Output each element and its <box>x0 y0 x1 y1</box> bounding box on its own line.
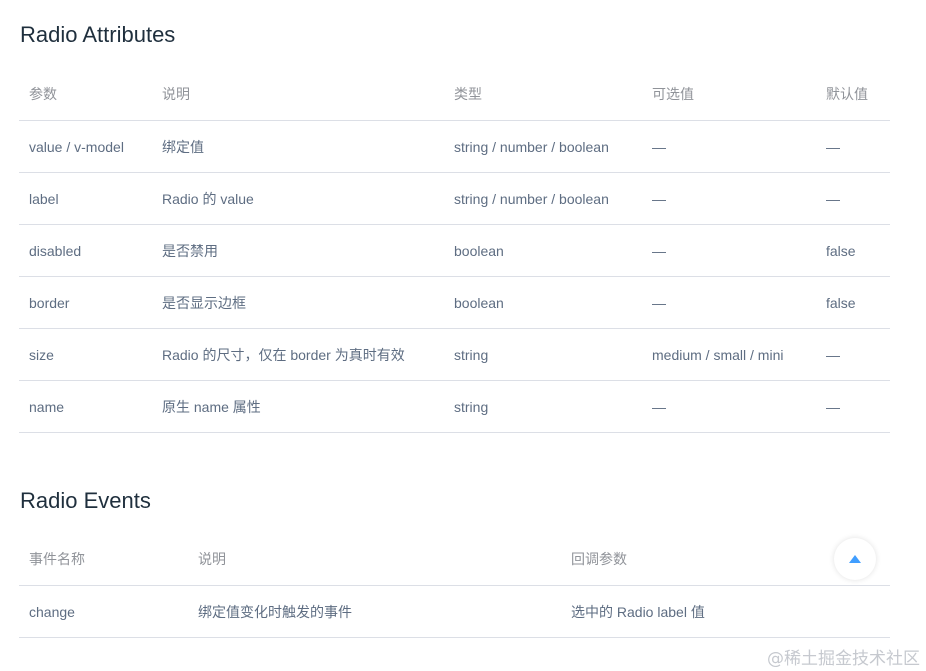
cell-type: string <box>444 380 642 433</box>
cell-description: Radio 的 value <box>152 172 444 225</box>
cell-options: — <box>642 172 816 225</box>
cell-options: — <box>642 380 816 433</box>
watermark: @稀土掘金技术社区 <box>767 649 920 669</box>
cell-default: false <box>816 276 890 329</box>
cell-event-name: change <box>19 585 188 638</box>
cell-options: — <box>642 224 816 277</box>
header-type: 类型 <box>444 68 642 121</box>
table-row: change 绑定值变化时触发的事件 选中的 Radio label 值 <box>19 585 890 638</box>
header-event-name: 事件名称 <box>19 533 188 586</box>
table-row: size Radio 的尺寸，仅在 border 为真时有效 string me… <box>19 328 890 381</box>
attributes-header-row: 参数 说明 类型 可选值 默认值 <box>19 68 890 121</box>
header-default: 默认值 <box>816 68 890 121</box>
table-row: label Radio 的 value string / number / bo… <box>19 172 890 225</box>
cell-description: 是否显示边框 <box>152 276 444 329</box>
cell-callback-params: 选中的 Radio label 值 <box>561 585 890 638</box>
cell-type: boolean <box>444 224 642 277</box>
cell-type: string / number / boolean <box>444 120 642 173</box>
events-title: Radio Events <box>20 488 151 513</box>
cell-param: border <box>19 276 152 329</box>
cell-param: value / v-model <box>19 120 152 173</box>
attributes-title: Radio Attributes <box>20 22 176 47</box>
events-table: 事件名称 说明 回调参数 change 绑定值变化时触发的事件 选中的 Radi… <box>19 533 890 638</box>
cell-default: — <box>816 328 890 381</box>
cell-description: 绑定值 <box>152 120 444 173</box>
table-row: name 原生 name 属性 string — — <box>19 380 890 433</box>
back-to-top-button[interactable] <box>834 538 876 580</box>
table-row: value / v-model 绑定值 string / number / bo… <box>19 120 890 173</box>
cell-options: — <box>642 276 816 329</box>
cell-description: 原生 name 属性 <box>152 380 444 433</box>
cell-param: label <box>19 172 152 225</box>
cell-description: 是否禁用 <box>152 224 444 277</box>
header-param: 参数 <box>19 68 152 121</box>
header-description: 说明 <box>188 533 561 586</box>
cell-options: — <box>642 120 816 173</box>
caret-up-icon <box>849 555 861 563</box>
cell-default: false <box>816 224 890 277</box>
cell-type: string <box>444 328 642 381</box>
cell-type: boolean <box>444 276 642 329</box>
table-row: disabled 是否禁用 boolean — false <box>19 224 890 277</box>
cell-description: 绑定值变化时触发的事件 <box>188 585 561 638</box>
table-row: border 是否显示边框 boolean — false <box>19 276 890 329</box>
cell-default: — <box>816 380 890 433</box>
header-options: 可选值 <box>642 68 816 121</box>
cell-options: medium / small / mini <box>642 328 816 381</box>
cell-param: disabled <box>19 224 152 277</box>
cell-default: — <box>816 172 890 225</box>
attributes-table: 参数 说明 类型 可选值 默认值 value / v-model 绑定值 str… <box>19 68 890 433</box>
events-header-row: 事件名称 说明 回调参数 <box>19 533 890 586</box>
header-description: 说明 <box>152 68 444 121</box>
cell-param: size <box>19 328 152 381</box>
cell-default: — <box>816 120 890 173</box>
cell-param: name <box>19 380 152 433</box>
cell-description: Radio 的尺寸，仅在 border 为真时有效 <box>152 328 444 381</box>
cell-type: string / number / boolean <box>444 172 642 225</box>
